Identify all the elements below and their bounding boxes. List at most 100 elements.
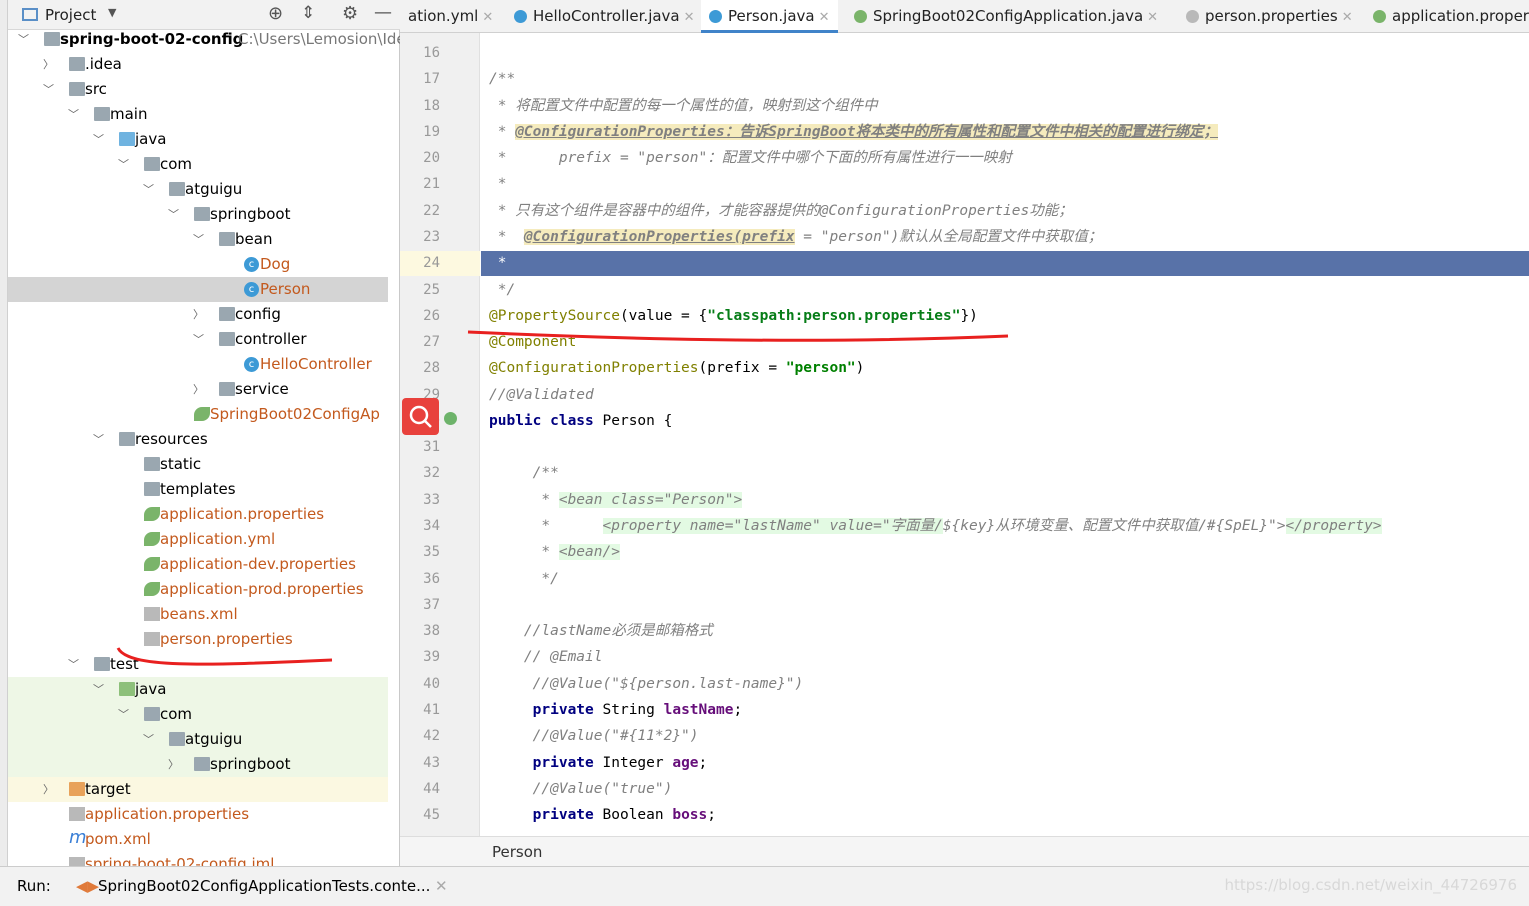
chevron-down-icon[interactable]: ﹀ bbox=[168, 202, 179, 227]
tree-item[interactable]: ﹀ atguigu bbox=[8, 727, 388, 752]
chevron-down-icon[interactable]: ﹀ bbox=[143, 727, 154, 752]
tree-item[interactable]: ﹀ com bbox=[8, 702, 388, 727]
code-line[interactable]: public class Person { bbox=[489, 408, 672, 434]
collapse-icon[interactable]: ⇕ bbox=[301, 3, 315, 23]
code-line[interactable]: * bbox=[489, 171, 507, 197]
code-line[interactable]: * 将配置文件中配置的每一个属性的值，映射到这个组件中 bbox=[489, 93, 878, 119]
code-line[interactable]: * <property name="lastName" value="字面量/$… bbox=[489, 513, 1382, 539]
tree-item[interactable]: m pom.xml bbox=[8, 827, 388, 852]
tree-item[interactable]: 〉 service bbox=[8, 377, 388, 402]
code-line[interactable]: * prefix = "person"：配置文件中哪个下面的所有属性进行一一映射 bbox=[489, 145, 1012, 171]
project-view-selector[interactable]: Project bbox=[45, 6, 96, 24]
tree-item[interactable]: ﹀ java bbox=[8, 677, 388, 702]
tree-item[interactable]: ﹀ java bbox=[8, 127, 388, 152]
tree-item[interactable]: application-dev.properties bbox=[8, 552, 388, 577]
tree-item[interactable]: templates bbox=[8, 477, 388, 502]
tab-ation-yml[interactable]: ation.yml ✕ bbox=[400, 0, 501, 33]
close-tab-icon[interactable]: ✕ bbox=[1147, 10, 1158, 25]
tree-item[interactable]: ﹀ resources bbox=[8, 427, 388, 452]
code-line[interactable]: // @Email bbox=[489, 644, 603, 670]
chevron-down-icon[interactable]: ﹀ bbox=[118, 702, 129, 727]
tree-item[interactable]: 〉 target bbox=[8, 777, 388, 802]
tab-springboot02configapplication-java[interactable]: SpringBoot02ConfigApplication.java ✕ bbox=[846, 0, 1166, 33]
tree-item[interactable]: ﹀ com bbox=[8, 152, 388, 177]
chevron-down-icon[interactable]: ﹀ bbox=[143, 177, 154, 202]
code-line[interactable]: @Component bbox=[489, 329, 576, 355]
chevron-down-icon[interactable]: ﹀ bbox=[193, 227, 204, 252]
minimize-icon[interactable]: — bbox=[374, 2, 392, 23]
code-line[interactable]: //@Validated bbox=[489, 382, 594, 408]
tree-item[interactable]: static bbox=[8, 452, 388, 477]
code-line[interactable]: * @ConfigurationProperties：告诉SpringBoot将… bbox=[489, 119, 1219, 145]
code-line[interactable]: private String lastName; bbox=[489, 697, 743, 723]
tree-item[interactable]: ﹀ atguigu bbox=[8, 177, 388, 202]
chevron-down-icon[interactable]: ﹀ bbox=[93, 677, 104, 702]
chevron-right-icon[interactable]: 〉 bbox=[43, 52, 54, 77]
code-line[interactable]: /** bbox=[489, 66, 515, 92]
code-line[interactable]: /** bbox=[489, 460, 559, 486]
chevron-down-icon[interactable]: ﹀ bbox=[18, 27, 29, 52]
chevron-right-icon[interactable]: 〉 bbox=[43, 777, 54, 802]
code-line[interactable]: @ConfigurationProperties(prefix = "perso… bbox=[489, 355, 864, 381]
tree-item[interactable]: ﹀ src bbox=[8, 77, 388, 102]
code-line[interactable]: //@Value("#{11*2}") bbox=[489, 723, 699, 749]
tree-item[interactable]: ﹀ bean bbox=[8, 227, 388, 252]
code-line[interactable]: * 只有这个组件是容器中的组件，才能容器提供的@ConfigurationPro… bbox=[489, 198, 1073, 224]
gear-icon[interactable]: ⚙ bbox=[342, 3, 358, 24]
chevron-down-icon[interactable]: ▼ bbox=[108, 6, 116, 19]
code-line[interactable]: */ bbox=[489, 277, 515, 303]
tree-item[interactable]: 〉 springboot bbox=[8, 752, 388, 777]
tree-item[interactable]: c Person bbox=[8, 277, 388, 302]
tree-item[interactable]: SpringBoot02ConfigAp bbox=[8, 402, 388, 427]
tree-item[interactable]: 〉 .idea bbox=[8, 52, 388, 77]
search-button[interactable] bbox=[402, 398, 439, 435]
close-tab-icon[interactable]: ✕ bbox=[819, 10, 830, 25]
code-line[interactable]: //@Value("true") bbox=[489, 776, 673, 802]
tree-item[interactable]: ﹀ controller bbox=[8, 327, 388, 352]
chevron-right-icon[interactable]: 〉 bbox=[193, 302, 204, 327]
tab-person-java[interactable]: Person.java ✕ bbox=[701, 0, 838, 33]
breadcrumb-item[interactable]: Person bbox=[492, 843, 542, 861]
code-line[interactable]: * <bean/> bbox=[489, 539, 620, 565]
tree-item[interactable]: c HelloController bbox=[8, 352, 388, 377]
chevron-right-icon[interactable]: 〉 bbox=[193, 377, 204, 402]
tree-item[interactable]: ﹀ test bbox=[8, 652, 388, 677]
code-line[interactable]: * bbox=[489, 250, 507, 276]
close-tab-icon[interactable]: ✕ bbox=[482, 10, 493, 25]
chevron-down-icon[interactable]: ﹀ bbox=[68, 102, 79, 127]
tab-hellocontroller-java[interactable]: HelloController.java ✕ bbox=[506, 0, 703, 33]
chevron-down-icon[interactable]: ﹀ bbox=[118, 152, 129, 177]
tree-item[interactable]: ﹀ springboot bbox=[8, 202, 388, 227]
tree-item[interactable]: beans.xml bbox=[8, 602, 388, 627]
chevron-down-icon[interactable]: ﹀ bbox=[68, 652, 79, 677]
target-icon[interactable]: ⊕ bbox=[268, 3, 283, 24]
tree-item[interactable]: c Dog bbox=[8, 252, 388, 277]
tab-application-proper[interactable]: application.proper bbox=[1365, 0, 1529, 33]
close-icon[interactable]: ✕ bbox=[435, 867, 448, 905]
code-line[interactable]: private Boolean boss; bbox=[489, 802, 716, 828]
chevron-down-icon[interactable]: ﹀ bbox=[93, 427, 104, 452]
tree-item[interactable]: application.properties bbox=[8, 502, 388, 527]
tree-item[interactable]: 〉 config bbox=[8, 302, 388, 327]
tree-item[interactable]: ﹀ main bbox=[8, 102, 388, 127]
tree-item[interactable]: person.properties bbox=[8, 627, 388, 652]
code-line[interactable]: //@Value("${person.last-name}") bbox=[489, 671, 804, 697]
code-line[interactable]: private Integer age; bbox=[489, 750, 708, 776]
code-line[interactable]: * <bean class="Person"> bbox=[489, 487, 743, 513]
code-line[interactable]: //lastName必须是邮箱格式 bbox=[489, 618, 713, 644]
tree-item[interactable]: ﹀ spring-boot-02-config C:\Users\Lemosion\… bbox=[8, 27, 406, 52]
code-line[interactable]: * @ConfigurationProperties(prefix = "per… bbox=[489, 224, 1102, 250]
run-tab[interactable]: SpringBoot02ConfigApplicationTests.conte… bbox=[98, 867, 430, 905]
close-tab-icon[interactable]: ✕ bbox=[1342, 10, 1353, 25]
tree-item[interactable]: application-prod.properties bbox=[8, 577, 388, 602]
tree-item[interactable]: application.properties bbox=[8, 802, 388, 827]
tool-window-stripe[interactable] bbox=[0, 0, 8, 866]
code-line[interactable]: */ bbox=[489, 566, 558, 592]
chevron-down-icon[interactable]: ﹀ bbox=[193, 327, 204, 352]
code-line[interactable]: @PropertySource(value = {"classpath:pers… bbox=[489, 303, 978, 329]
tab-person-properties[interactable]: person.properties ✕ bbox=[1178, 0, 1361, 33]
close-tab-icon[interactable]: ✕ bbox=[684, 10, 695, 25]
run-gutter-icon[interactable] bbox=[444, 412, 457, 425]
chevron-right-icon[interactable]: 〉 bbox=[168, 752, 179, 777]
tree-item[interactable]: application.yml bbox=[8, 527, 388, 552]
